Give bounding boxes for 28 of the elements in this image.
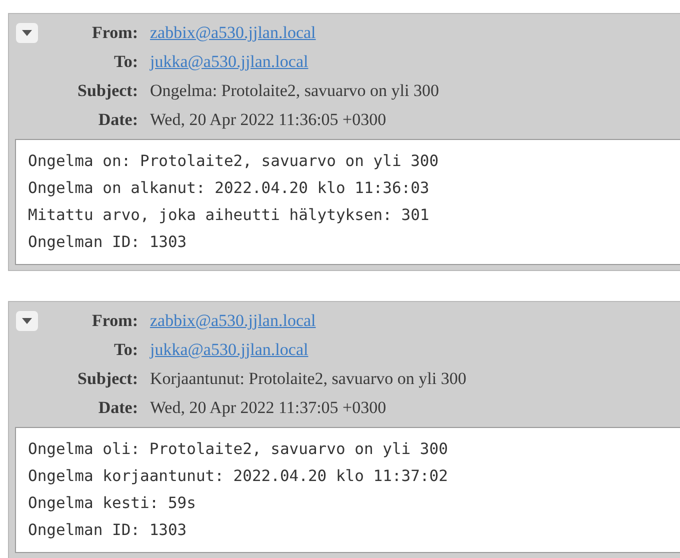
header-label: To: bbox=[114, 339, 138, 361]
header-value: Ongelma: Protolaite2, savuarvo on yli 300 bbox=[150, 80, 439, 102]
email-link[interactable]: jukka@a530.jjlan.local bbox=[150, 49, 308, 74]
header-value: Korjaantunut: Protolaite2, savuarvo on yli 300 bbox=[150, 368, 466, 390]
body-line: Ongelman ID: 1303 bbox=[28, 232, 188, 253]
caret-icon bbox=[22, 318, 32, 324]
body-line: Ongelma korjaantunut: 2022.04.20 klo 11:37:02 bbox=[28, 466, 449, 487]
body-line: Ongelma kesti: 59s bbox=[28, 493, 197, 514]
body-line: Ongelma on: Protolaite2, savuarvo on yli 300 bbox=[28, 151, 440, 172]
toggle-button[interactable] bbox=[16, 311, 38, 331]
header-label: Date: bbox=[98, 397, 138, 419]
body-line: Ongelma oli: Protolaite2, savuarvo on yli 300 bbox=[28, 439, 449, 460]
header-value: Wed, 20 Apr 2022 11:36:05 +0300 bbox=[150, 109, 386, 131]
toggle-button[interactable] bbox=[16, 23, 38, 43]
caret-icon bbox=[22, 30, 32, 36]
email-link[interactable]: jukka@a530.jjlan.local bbox=[150, 337, 308, 362]
header-label: Subject: bbox=[78, 368, 138, 390]
email-link[interactable]: zabbix@a530.jjlan.local bbox=[150, 308, 316, 334]
header-value: Wed, 20 Apr 2022 11:37:05 +0300 bbox=[150, 397, 386, 419]
header-label: From: bbox=[92, 22, 138, 44]
body-line: Ongelman ID: 1303 bbox=[28, 520, 188, 541]
header-label: Date: bbox=[98, 109, 138, 131]
email-link[interactable]: zabbix@a530.jjlan.local bbox=[150, 20, 316, 46]
body-line: Ongelma on alkanut: 2022.04.20 klo 11:36:03 bbox=[28, 178, 430, 199]
body-line: Mitattu arvo, joka aiheutti hälytyksen: 301 bbox=[28, 205, 430, 226]
header-label: To: bbox=[114, 51, 138, 73]
header-label: Subject: bbox=[78, 80, 138, 102]
header-label: From: bbox=[92, 310, 138, 332]
